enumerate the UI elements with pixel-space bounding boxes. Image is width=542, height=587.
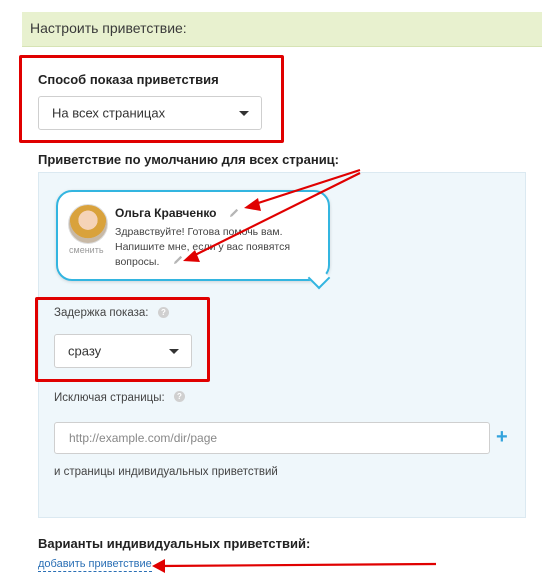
pencil-icon[interactable] [172, 254, 184, 266]
annotation-box [19, 55, 284, 143]
agent-name: Ольга Кравченко [115, 206, 217, 220]
avatar[interactable] [68, 204, 108, 244]
section-header: Настроить приветствие: [22, 12, 542, 47]
default-greeting-label: Приветствие по умолчанию для всех страни… [38, 152, 340, 167]
annotation-box [35, 297, 210, 382]
greeting-message: Здравствуйте! Готова помочь вам. Напишит… [115, 226, 291, 268]
change-avatar-link[interactable]: сменить [69, 245, 104, 255]
annotation-arrow [159, 562, 437, 568]
exclude-url-input[interactable] [55, 423, 489, 453]
exclude-label: Исключая страницы: [54, 392, 165, 404]
individual-greetings-label: Варианты индивидуальных приветствий: [38, 536, 311, 551]
add-greeting-link[interactable]: добавить приветствие [38, 558, 152, 572]
annotation-arrowhead [152, 559, 165, 573]
section-title: Настроить приветствие: [30, 20, 187, 36]
pencil-icon[interactable] [228, 207, 240, 219]
plus-icon[interactable]: + [496, 425, 508, 449]
exclude-url-field[interactable] [54, 422, 490, 454]
question-icon[interactable]: ? [174, 391, 185, 402]
exclude-note: и страницы индивидуальных приветствий [54, 466, 278, 478]
